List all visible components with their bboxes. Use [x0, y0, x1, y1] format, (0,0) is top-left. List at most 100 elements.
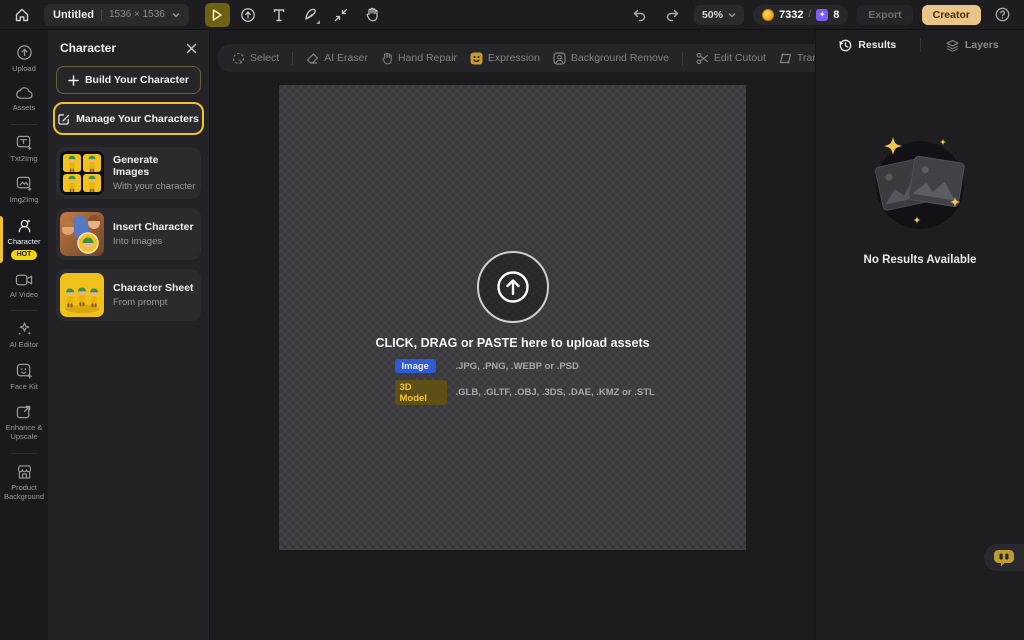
boost-icon: ✦: [816, 9, 828, 21]
divider: [11, 124, 37, 125]
undo-button[interactable]: [628, 3, 652, 27]
build-character-button[interactable]: Build Your Character: [56, 66, 201, 94]
storefront-icon: [16, 464, 33, 480]
character-sheet-thumbnail: [60, 273, 104, 317]
sidebar-item-label: AI Video: [10, 290, 38, 299]
close-icon[interactable]: [186, 43, 197, 54]
chevron-down-icon: [172, 12, 180, 18]
credits-divider: /: [808, 9, 811, 20]
credits-badge[interactable]: 7332 / ✦ 8: [753, 5, 848, 25]
sidebar-item-character[interactable]: Character HOT: [0, 212, 48, 267]
divider: [682, 52, 683, 65]
expression-action[interactable]: Expression: [470, 52, 540, 65]
card-character-sheet[interactable]: Character Sheet From prompt: [56, 269, 201, 321]
upload-tool-button[interactable]: [236, 3, 261, 27]
topbar-right-group: 50% 7332 / ✦ 8 Export Creator: [628, 3, 1014, 27]
sidebar-item-label: Assets: [13, 103, 36, 112]
results-empty-state: No Results Available: [816, 130, 1024, 266]
sidebar-item-label: Enhance & Upscale: [2, 423, 46, 442]
upload-caption: CLICK, DRAG or PASTE here to upload asse…: [375, 336, 649, 350]
sidebar-item-label: Img2Img: [9, 195, 38, 204]
upload-icon: [16, 44, 33, 61]
image-format-text: .JPG, .PNG, .WEBP or .PSD: [456, 361, 655, 372]
txt2img-icon: [16, 135, 33, 151]
text-tool-button[interactable]: [267, 3, 292, 27]
app-window: Untitled 1536 × 1536: [0, 0, 1024, 640]
pan-tool-button[interactable]: [360, 3, 385, 27]
manage-characters-button[interactable]: Manage Your Characters: [53, 102, 204, 135]
transform-icon: [779, 52, 792, 65]
sidebar-item-upload[interactable]: Upload: [0, 38, 48, 80]
support-chat-button[interactable]: [984, 544, 1024, 571]
hot-badge: HOT: [11, 250, 38, 260]
no-results-illustration: [855, 130, 985, 242]
ai-eraser-action[interactable]: AI Eraser: [306, 52, 368, 65]
insert-character-thumbnail: [60, 212, 104, 256]
edit-icon: [58, 113, 70, 125]
collapse-tool-icon: [334, 8, 348, 22]
select-tool-button[interactable]: [205, 3, 230, 27]
build-character-label: Build Your Character: [85, 74, 189, 86]
draw-tool-button[interactable]: [298, 3, 323, 27]
hand-repair-action[interactable]: Hand Repair: [381, 52, 457, 65]
edit-cutout-action[interactable]: Edit Cutout: [696, 52, 766, 65]
sidebar-item-txt2img[interactable]: Txt2Img: [0, 129, 48, 170]
card-subtitle: From prompt: [113, 297, 194, 308]
image-format-badge: Image: [395, 359, 436, 373]
zoom-level-dropdown[interactable]: 50%: [694, 5, 744, 25]
card-title: Generate Images: [113, 154, 197, 178]
redo-button[interactable]: [661, 3, 685, 27]
help-button[interactable]: [990, 3, 1014, 27]
sidebar-item-img2img[interactable]: Img2Img: [0, 170, 48, 211]
background-remove-action[interactable]: Background Remove: [553, 52, 669, 65]
sidebar-item-label: Product Background: [2, 483, 46, 502]
sidebar-item-assets[interactable]: Assets: [0, 80, 48, 119]
text-tool-icon: [272, 8, 286, 22]
cloud-icon: [16, 86, 33, 100]
tab-results[interactable]: Results: [816, 39, 920, 52]
document-size: 1536 × 1536: [109, 9, 165, 20]
model-format-text: .GLB, .GLTF, .OBJ, .3DS, .DAE, .KMZ or .…: [456, 387, 655, 398]
sidebar-item-label: Character: [8, 237, 41, 246]
select-lasso-icon: [232, 52, 245, 65]
sidebar-item-label: Face Kit: [10, 382, 38, 391]
format-list: Image .JPG, .PNG, .WEBP or .PSD 3D Model…: [395, 359, 631, 405]
upload-circle[interactable]: [477, 251, 549, 323]
expression-smiley-icon: [470, 52, 483, 65]
select-action[interactable]: Select: [232, 52, 279, 65]
divider: [11, 453, 37, 454]
generate-images-thumbnail: [60, 151, 104, 195]
divider: [292, 52, 293, 65]
tab-layers[interactable]: Layers: [921, 39, 1024, 52]
sidebar-item-label: Txt2Img: [10, 154, 37, 163]
collapse-tool-button[interactable]: [329, 3, 354, 27]
card-insert-character[interactable]: Insert Character Into images: [56, 208, 201, 260]
sidebar-item-enhance-upscale[interactable]: Enhance & Upscale: [0, 398, 48, 449]
upload-tool-icon: [240, 7, 256, 23]
creator-button[interactable]: Creator: [922, 5, 981, 25]
home-icon: [14, 7, 30, 23]
eraser-icon: [306, 52, 319, 65]
character-panel: Character Build Your Character Manage Yo…: [48, 30, 210, 640]
card-generate-images[interactable]: Generate Images With your character: [56, 147, 201, 199]
manage-characters-label: Manage Your Characters: [76, 113, 199, 125]
sidebar-item-face-kit[interactable]: Face Kit: [0, 357, 48, 398]
divider: [101, 9, 102, 21]
sidebar-item-ai-video[interactable]: AI Video: [0, 267, 48, 306]
upload-dropzone[interactable]: CLICK, DRAG or PASTE here to upload asse…: [388, 251, 638, 405]
canvas-area: Select AI Eraser Hand Repair Expression …: [210, 30, 815, 640]
sidebar-item-label: AI Editor: [10, 340, 39, 349]
face-icon: [16, 363, 33, 379]
card-subtitle: Into images: [113, 236, 194, 247]
sparkles-icon: [16, 321, 33, 337]
sidebar-item-product-background[interactable]: Product Background: [0, 458, 48, 509]
export-button[interactable]: Export: [857, 5, 912, 25]
character-icon: [16, 218, 33, 234]
history-icon: [839, 39, 852, 52]
home-button[interactable]: [10, 3, 34, 27]
hand-icon: [381, 52, 393, 65]
edit-toolbar: Select AI Eraser Hand Repair Expression …: [218, 44, 830, 72]
artboard: CLICK, DRAG or PASTE here to upload asse…: [279, 85, 746, 550]
sidebar-item-ai-editor[interactable]: AI Editor: [0, 315, 48, 356]
document-title-menu[interactable]: Untitled 1536 × 1536: [44, 4, 189, 26]
